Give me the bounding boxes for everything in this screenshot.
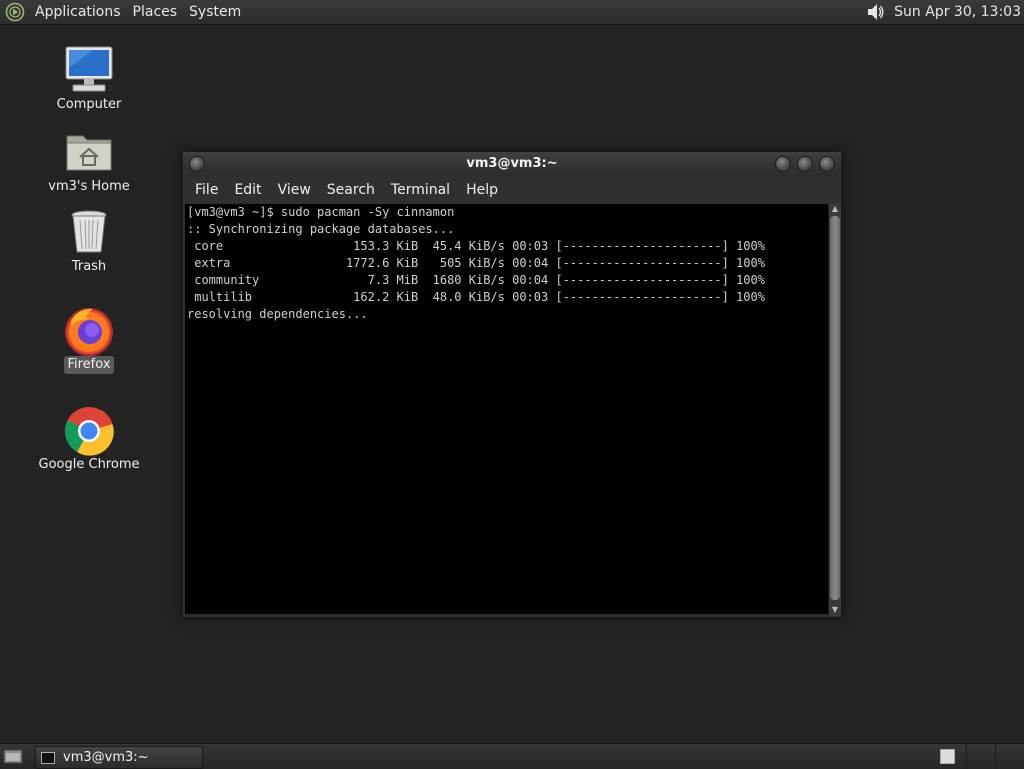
system-menu[interactable]: System bbox=[183, 0, 247, 24]
terminal-line: extra 1772.6 KiB 505 KiB/s 00:04 [------… bbox=[187, 256, 765, 270]
desktop-icon-firefox[interactable]: Firefox bbox=[34, 304, 144, 374]
bottom-panel: vm3@vm3:~ bbox=[0, 743, 1024, 769]
desktop-icon-trash[interactable]: Trash bbox=[34, 206, 144, 276]
menu-search[interactable]: Search bbox=[319, 176, 383, 204]
terminal-window[interactable]: vm3@vm3:~ File Edit View Search Terminal… bbox=[182, 151, 842, 618]
top-panel: Applications Places System Sun Apr 30, 1… bbox=[0, 0, 1024, 25]
menu-edit[interactable]: Edit bbox=[226, 176, 269, 204]
scroll-up-arrow-icon[interactable]: ▲ bbox=[830, 204, 840, 214]
desktop-icon-label: Google Chrome bbox=[38, 457, 140, 472]
desktop-icon-home[interactable]: vm3's Home bbox=[34, 126, 144, 196]
desktop-icon-label: Computer bbox=[56, 97, 122, 112]
window-titlebar[interactable]: vm3@vm3:~ bbox=[183, 152, 841, 176]
menu-terminal[interactable]: Terminal bbox=[383, 176, 458, 204]
menu-view[interactable]: View bbox=[270, 176, 319, 204]
maximize-button[interactable] bbox=[797, 156, 813, 172]
scroll-thumb[interactable] bbox=[830, 216, 840, 600]
menu-help[interactable]: Help bbox=[458, 176, 506, 204]
desktop-icon-chrome[interactable]: Google Chrome bbox=[34, 404, 144, 474]
show-desktop-icon[interactable] bbox=[2, 747, 24, 765]
desktop-icon-label: Trash bbox=[71, 259, 107, 274]
chrome-icon bbox=[64, 407, 114, 456]
terminal-line: multilib 162.2 KiB 48.0 KiB/s 00:03 [---… bbox=[187, 290, 765, 304]
trash-icon bbox=[71, 210, 107, 253]
applications-menu[interactable]: Applications bbox=[29, 0, 127, 24]
desktop-icon-computer[interactable]: Computer bbox=[34, 44, 144, 114]
terminal-line: community 7.3 MiB 1680 KiB/s 00:04 [----… bbox=[187, 273, 765, 287]
scroll-down-arrow-icon[interactable]: ▼ bbox=[830, 605, 840, 615]
workspace-2[interactable] bbox=[995, 744, 996, 769]
workspace-1[interactable] bbox=[940, 749, 955, 764]
terminal-output[interactable]: [vm3@vm3 ~]$ sudo pacman -Sy cinnamon:: … bbox=[185, 204, 829, 614]
close-button[interactable] bbox=[819, 156, 835, 172]
firefox-icon bbox=[65, 308, 113, 356]
clock[interactable]: Sun Apr 30, 13:03 bbox=[886, 4, 1024, 20]
workspace-divider bbox=[966, 744, 967, 769]
window-menu-button[interactable] bbox=[189, 156, 205, 172]
terminal-line: [vm3@vm3 ~]$ sudo pacman -Sy cinnamon bbox=[187, 205, 455, 219]
desktop-icon-label: Firefox bbox=[64, 356, 114, 374]
terminal-scrollbar[interactable]: ▲ ▼ bbox=[828, 204, 841, 616]
window-menubar: File Edit View Search Terminal Help bbox=[183, 176, 841, 204]
applications-logo-icon[interactable] bbox=[5, 2, 25, 22]
terminal-line: core 153.3 KiB 45.4 KiB/s 00:03 [-------… bbox=[187, 239, 765, 253]
computer-icon bbox=[65, 46, 113, 92]
minimize-button[interactable] bbox=[775, 156, 791, 172]
home-folder-icon bbox=[66, 135, 112, 171]
terminal-icon bbox=[41, 751, 55, 764]
window-title: vm3@vm3:~ bbox=[466, 156, 558, 171]
volume-icon[interactable] bbox=[864, 1, 886, 23]
menu-file[interactable]: File bbox=[187, 176, 226, 204]
panel-tray: Sun Apr 30, 13:03 bbox=[864, 0, 1024, 24]
desktop-icon-label: vm3's Home bbox=[48, 179, 130, 194]
places-menu[interactable]: Places bbox=[127, 0, 184, 24]
taskbar-item-label: vm3@vm3:~ bbox=[63, 750, 149, 765]
terminal-line: :: Synchronizing package databases... bbox=[187, 222, 455, 236]
terminal-line: resolving dependencies... bbox=[187, 307, 368, 321]
taskbar-item-terminal[interactable]: vm3@vm3:~ bbox=[35, 746, 203, 769]
